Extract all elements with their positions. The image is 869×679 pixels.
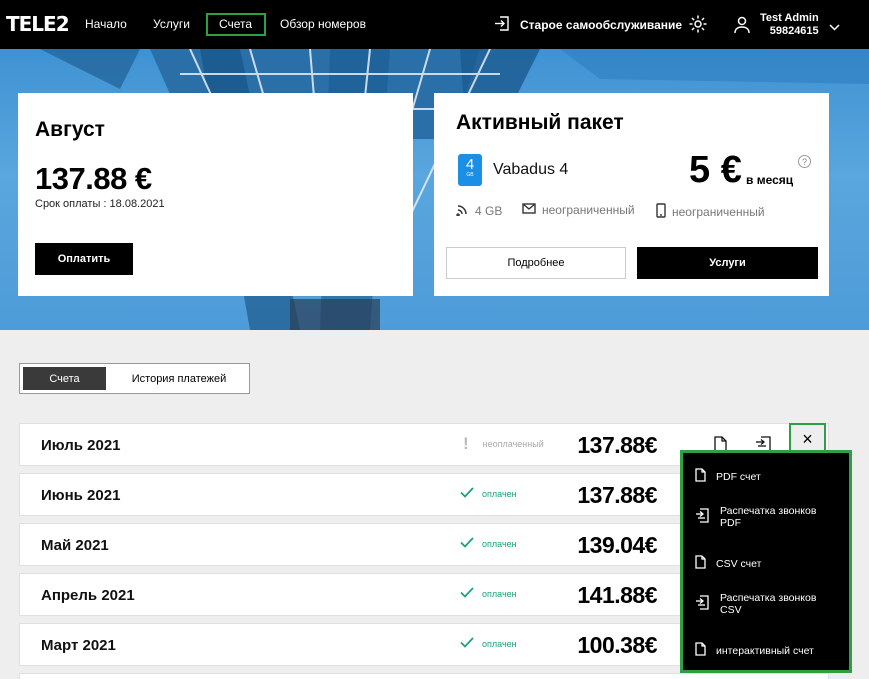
- pay-button[interactable]: Оплатить: [35, 243, 133, 275]
- bill-status: оплачен: [460, 637, 517, 650]
- exclamation-icon: !: [463, 434, 469, 453]
- bill-amount: 137.88€: [577, 432, 657, 458]
- bill-month: Май 2021: [41, 537, 109, 554]
- bill-month: Март 2021: [41, 637, 116, 654]
- feature-calls: неограниченный: [656, 203, 765, 221]
- user-icon: [734, 16, 750, 39]
- file-icon: [695, 555, 706, 572]
- top-navigation-bar: TELE2 Начало Услуги Счета Обзор номеров …: [0, 0, 869, 49]
- active-package-title: Активный пакет: [456, 111, 624, 134]
- bill-status: оплачен: [460, 487, 517, 500]
- package-price-unit: в месяц: [746, 173, 794, 187]
- package-data-icon: 4 GB: [458, 154, 482, 186]
- menu-item-label: CSV счет: [716, 557, 762, 570]
- current-bill-card: Август 137.88 € Срок оплаты : 18.08.2021…: [18, 93, 413, 296]
- bill-amount: 141.88€: [577, 582, 657, 608]
- menu-item-label: PDF счет: [716, 470, 761, 483]
- bill-status-label: оплачен: [482, 538, 517, 549]
- menu-item-label: интерактивный счет: [716, 644, 814, 657]
- current-bill-amount: 137.88 €: [35, 161, 152, 196]
- menu-item-pdf-bill[interactable]: PDF счет: [695, 468, 761, 485]
- bill-status: оплачен: [460, 537, 517, 550]
- current-bill-month: Август: [35, 118, 105, 141]
- tab-payment-history[interactable]: История платежей: [109, 364, 249, 393]
- export-icon: [695, 595, 710, 613]
- bill-amount: 100.38€: [577, 632, 657, 658]
- feature-sms-value: неограниченный: [542, 203, 635, 217]
- package-price: 5 €: [689, 149, 742, 191]
- gear-icon[interactable]: [688, 14, 708, 34]
- bill-status-label: оплачен: [482, 638, 517, 649]
- package-name: Vabadus 4: [493, 161, 569, 178]
- bill-status-label: неоплаченный: [482, 439, 544, 449]
- nav-link-numbers-overview[interactable]: Обзор номеров: [280, 17, 366, 31]
- bills-tabs: Счета История платежей: [19, 363, 250, 394]
- bill-status-label: оплачен: [482, 488, 517, 499]
- download-options-menu: PDF счет Распечатка звонков PDF CSV счет…: [680, 450, 852, 673]
- menu-item-label-line1: Распечатка звонков: [720, 592, 817, 604]
- current-bill-due-date: Срок оплаты : 18.08.2021: [35, 198, 165, 210]
- file-icon: [695, 642, 706, 659]
- user-number: 59824615: [769, 25, 819, 37]
- check-icon: [460, 587, 474, 600]
- bill-status: оплачен: [460, 587, 517, 600]
- menu-item-interactive-bill[interactable]: интерактивный счет: [695, 642, 814, 659]
- menu-item-label-line2: PDF: [720, 517, 741, 529]
- check-icon: [460, 637, 474, 650]
- active-nav-highlight: [206, 13, 266, 36]
- check-icon: [460, 487, 474, 500]
- menu-item-label: Распечатка звонков CSV: [720, 592, 816, 616]
- menu-item-calls-csv[interactable]: Распечатка звонков CSV: [695, 592, 816, 616]
- signal-icon: [456, 203, 469, 219]
- menu-item-csv-bill[interactable]: CSV счет: [695, 555, 761, 572]
- bill-status-label: оплачен: [482, 588, 517, 599]
- menu-item-label-line1: Распечатка звонков: [720, 505, 817, 517]
- user-info: Test Admin 59824615: [760, 12, 819, 38]
- feature-data-value: 4 GB: [475, 204, 503, 218]
- nav-link-home[interactable]: Начало: [85, 17, 127, 31]
- help-icon[interactable]: ?: [798, 155, 811, 168]
- bill-row: [19, 673, 829, 679]
- feature-data: 4 GB: [456, 203, 502, 219]
- file-icon: [695, 468, 706, 485]
- bill-month: Июнь 2021: [41, 487, 121, 504]
- tele2-logo[interactable]: TELE2: [6, 12, 70, 36]
- feature-calls-value: неограниченный: [672, 205, 765, 219]
- hero-banner: Август 137.88 € Срок оплаты : 18.08.2021…: [0, 49, 869, 330]
- mail-icon: [522, 203, 536, 217]
- menu-item-label: Распечатка звонков PDF: [720, 505, 816, 529]
- feature-sms: неограниченный: [522, 203, 635, 217]
- menu-item-calls-pdf[interactable]: Распечатка звонков PDF: [695, 505, 816, 529]
- old-self-service-link[interactable]: Старое самообслуживание: [494, 15, 682, 35]
- bill-amount: 137.88€: [577, 482, 657, 508]
- old-self-service-label: Старое самообслуживание: [520, 18, 683, 32]
- login-arrow-icon: [494, 15, 511, 35]
- menu-item-label-line2: CSV: [720, 604, 742, 616]
- bill-month: Апрель 2021: [41, 587, 135, 604]
- chevron-down-icon: [829, 18, 840, 36]
- services-button[interactable]: Услуги: [637, 247, 818, 279]
- export-icon: [695, 508, 710, 526]
- phone-icon: [656, 203, 666, 221]
- check-icon: [460, 537, 474, 550]
- user-menu[interactable]: Test Admin 59824615: [734, 12, 840, 39]
- bill-month: Июль 2021: [41, 437, 121, 454]
- active-package-card: Активный пакет 4 GB Vabadus 4 5 € в меся…: [434, 93, 829, 296]
- package-icon-unit: GB: [466, 172, 474, 178]
- package-icon-number: 4: [465, 156, 475, 173]
- bill-status: ! неоплаченный: [463, 434, 544, 454]
- nav-link-services[interactable]: Услуги: [153, 17, 190, 31]
- tab-bills[interactable]: Счета: [23, 367, 106, 390]
- more-details-button[interactable]: Подробнее: [446, 247, 626, 279]
- user-name: Test Admin: [760, 12, 819, 24]
- bill-amount: 139.04€: [577, 532, 657, 558]
